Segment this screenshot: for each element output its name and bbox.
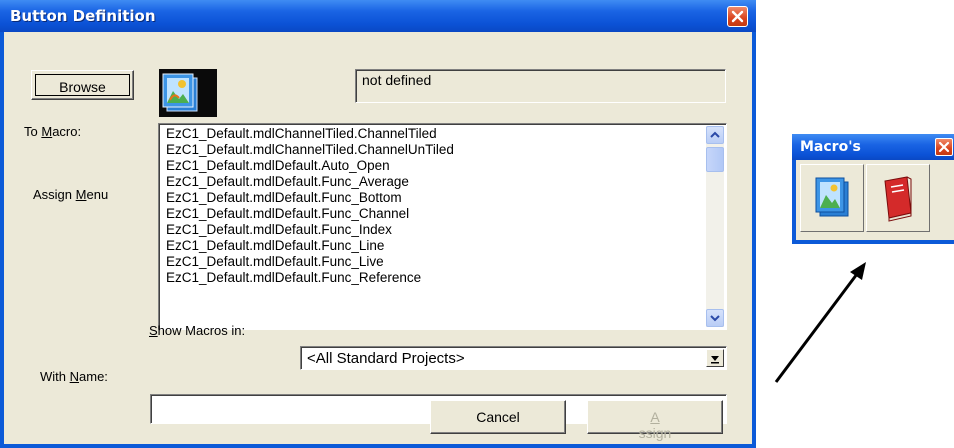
assign-button[interactable]: Assign xyxy=(587,400,723,441)
macro-list-items: EzC1_Default.mdlChannelTiled.ChannelTile… xyxy=(166,126,696,328)
assign-button-label: Assign xyxy=(638,409,672,441)
pointer-arrow xyxy=(774,262,866,383)
macro-list-item[interactable]: EzC1_Default.mdlChannelTiled.ChannelUnTi… xyxy=(166,142,696,158)
dialog-titlebar[interactable]: Button Definition xyxy=(0,0,756,32)
picture-stack-icon xyxy=(815,177,849,217)
close-button[interactable] xyxy=(727,6,748,27)
macro-list-item[interactable]: EzC1_Default.mdlDefault.Func_Line xyxy=(166,238,696,254)
scroll-down-button[interactable] xyxy=(706,309,724,327)
dialog-body: Browse not defined To Macro: Assign Menu xyxy=(4,32,752,444)
scroll-up-button[interactable] xyxy=(706,126,724,144)
macros-toolbar-title: Macro's xyxy=(800,139,861,155)
chevron-down-icon xyxy=(711,356,719,364)
picture-icon xyxy=(162,73,198,112)
macro-list-scrollbar[interactable] xyxy=(706,126,724,327)
macro-list-item[interactable]: EzC1_Default.mdlChannelTiled.ChannelTile… xyxy=(166,126,696,142)
toolbar-macro-button-1[interactable] xyxy=(800,164,864,232)
macros-toolbar-titlebar[interactable]: Macro's xyxy=(792,134,954,160)
macros-toolbar-window: Macro's xyxy=(792,134,954,244)
macro-list[interactable]: EzC1_Default.mdlChannelTiled.ChannelTile… xyxy=(158,123,727,330)
assign-menu-label: Assign Menu xyxy=(33,187,109,202)
close-icon xyxy=(731,10,744,23)
macro-list-item[interactable]: EzC1_Default.mdlDefault.Auto_Open xyxy=(166,158,696,174)
show-macros-select[interactable]: <All Standard Projects> xyxy=(300,346,727,370)
red-book-icon xyxy=(884,176,912,222)
show-macros-value: <All Standard Projects> xyxy=(307,350,465,367)
toolbar-close-button[interactable] xyxy=(935,138,953,156)
toolbar-macro-button-2[interactable] xyxy=(866,164,930,232)
dialog-title: Button Definition xyxy=(10,7,156,25)
macro-status-field: not defined xyxy=(355,69,726,103)
macro-status-text: not defined xyxy=(362,72,432,88)
cancel-button[interactable]: Cancel xyxy=(430,400,566,434)
show-macros-label: Show Macros in: xyxy=(149,323,246,338)
cancel-button-label: Cancel xyxy=(476,409,520,425)
macro-list-item[interactable]: EzC1_Default.mdlDefault.Func_Index xyxy=(166,222,696,238)
close-icon xyxy=(938,141,950,153)
macros-toolbar-body xyxy=(796,160,954,240)
show-macros-dropdown-button[interactable] xyxy=(706,349,724,367)
with-name-label: With Name: xyxy=(40,369,108,384)
browse-button[interactable]: Browse xyxy=(31,70,134,100)
scroll-thumb[interactable] xyxy=(706,147,724,172)
to-macro-label: To Macro: xyxy=(24,124,82,139)
button-definition-dialog: Button Definition Browse not defined To … xyxy=(0,0,756,448)
macro-list-item[interactable]: EzC1_Default.mdlDefault.Func_Channel xyxy=(166,206,696,222)
macro-list-item[interactable]: EzC1_Default.mdlDefault.Func_Live xyxy=(166,254,696,270)
chevron-down-icon xyxy=(710,315,720,322)
chevron-up-icon xyxy=(710,131,720,138)
browse-button-label: Browse xyxy=(59,79,106,95)
macro-list-item[interactable]: EzC1_Default.mdlDefault.Func_Bottom xyxy=(166,190,696,206)
macro-list-item[interactable]: EzC1_Default.mdlDefault.Func_Reference xyxy=(166,270,696,286)
button-icon-preview[interactable] xyxy=(159,69,217,117)
macro-list-item[interactable]: EzC1_Default.mdlDefault.Func_Average xyxy=(166,174,696,190)
